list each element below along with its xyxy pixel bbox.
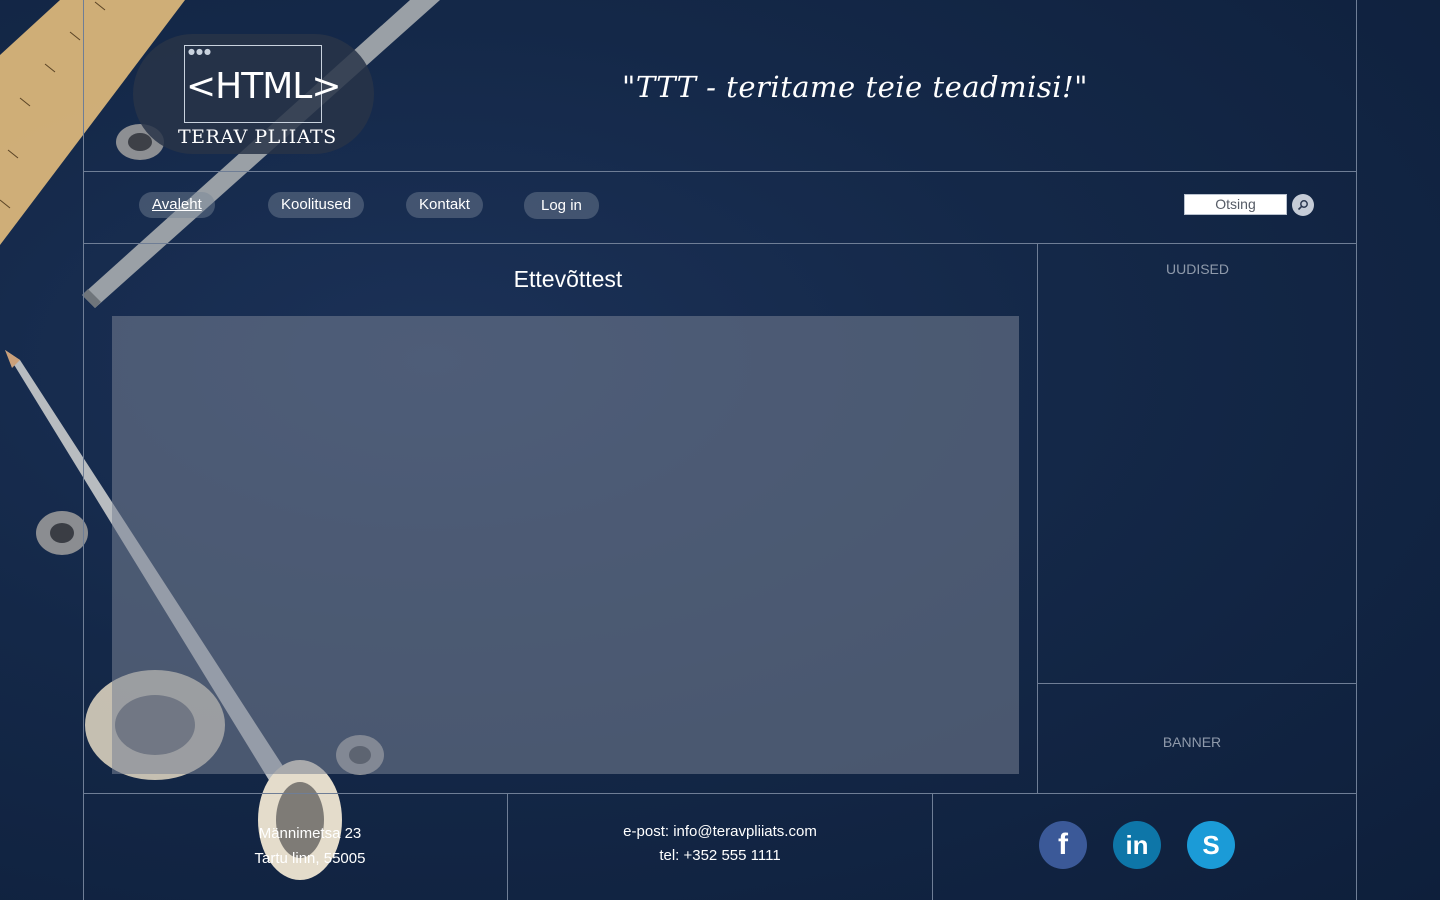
header-divider: [83, 171, 1357, 172]
logo-window-dots-icon: ●●●: [188, 47, 212, 56]
logo-text: <HTML>: [186, 66, 342, 107]
linkedin-glyph: in: [1125, 830, 1149, 860]
search-icon: [1297, 200, 1308, 211]
nav-contact-label: Kontakt: [419, 196, 470, 213]
main-aside-divider: [1037, 243, 1038, 793]
slogan: "TTT - teritame teie teadmisi!": [621, 70, 1089, 104]
facebook-glyph: f: [1058, 828, 1068, 861]
skype-icon[interactable]: S: [1187, 821, 1235, 869]
footer-col-divider-2: [932, 793, 933, 900]
nav-login-button[interactable]: Log in: [524, 192, 599, 219]
banner-area: BANNER: [1162, 734, 1222, 750]
nav-divider: [83, 243, 1357, 244]
logo-company-name: TERAV PLIIATS: [178, 126, 337, 148]
aside-divider: [1037, 683, 1357, 684]
nav-home-button[interactable]: Avaleht: [139, 192, 215, 218]
content-panel: [112, 316, 1019, 774]
nav-trainings-button[interactable]: Koolitused: [268, 192, 365, 218]
footer-divider: [83, 793, 1357, 794]
search-input[interactable]: Otsing: [1184, 194, 1287, 215]
facebook-icon[interactable]: f: [1039, 821, 1087, 869]
skype-glyph: S: [1202, 830, 1220, 860]
nav-login-label: Log in: [541, 197, 582, 214]
nav-home-label: Avaleht: [152, 196, 202, 213]
footer-col-divider-1: [507, 793, 508, 900]
linkedin-icon[interactable]: in: [1113, 821, 1161, 869]
footer-phone: tel: +352 555 1111: [659, 847, 781, 864]
nav-contact-button[interactable]: Kontakt: [406, 192, 483, 218]
footer-address-line2: Tartu linn, 55005: [254, 850, 366, 867]
page-title: Ettevõttest: [513, 266, 623, 292]
nav-trainings-label: Koolitused: [281, 196, 352, 213]
footer-email[interactable]: e-post: info@teravpliiats.com: [560, 823, 880, 840]
search-button[interactable]: [1292, 194, 1314, 216]
news-heading: UUDISED: [1165, 261, 1229, 277]
footer-address-line1: Männimetsa 23: [258, 825, 362, 842]
